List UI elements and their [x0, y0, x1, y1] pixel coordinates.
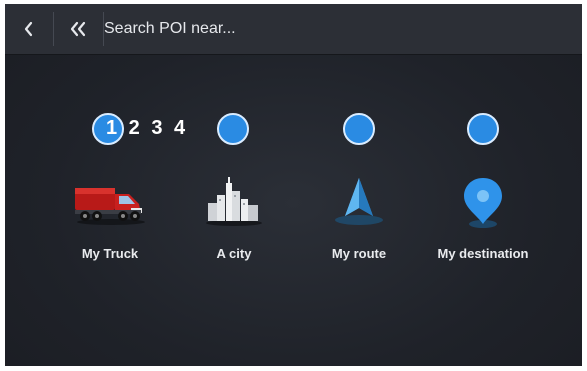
truck-icon: [75, 188, 145, 225]
destination-pin-icon: [464, 178, 502, 228]
city-icon: [206, 177, 262, 226]
poi-label: A city: [216, 246, 252, 261]
poi-label: My destination: [437, 246, 529, 261]
poi-my-destination[interactable]: My destination: [428, 170, 538, 261]
poi-a-city[interactable]: A city: [179, 170, 289, 261]
step-marker: [217, 113, 249, 145]
route-arrow-icon: [335, 178, 383, 225]
poi-selection-area: 1 2 3 4 My Truck A city My route My dest…: [5, 4, 582, 366]
navigation-screen: Search POI near... 1 2 3 4 My Truck A ci…: [5, 4, 582, 366]
step-marker: [343, 113, 375, 145]
poi-my-route[interactable]: My route: [304, 170, 414, 261]
poi-my-truck[interactable]: My Truck: [55, 170, 165, 261]
step-marker: [467, 113, 499, 145]
poi-label: My Truck: [81, 246, 139, 261]
poi-label: My route: [331, 246, 387, 261]
step-numbers: 1 2 3 4: [106, 117, 189, 139]
